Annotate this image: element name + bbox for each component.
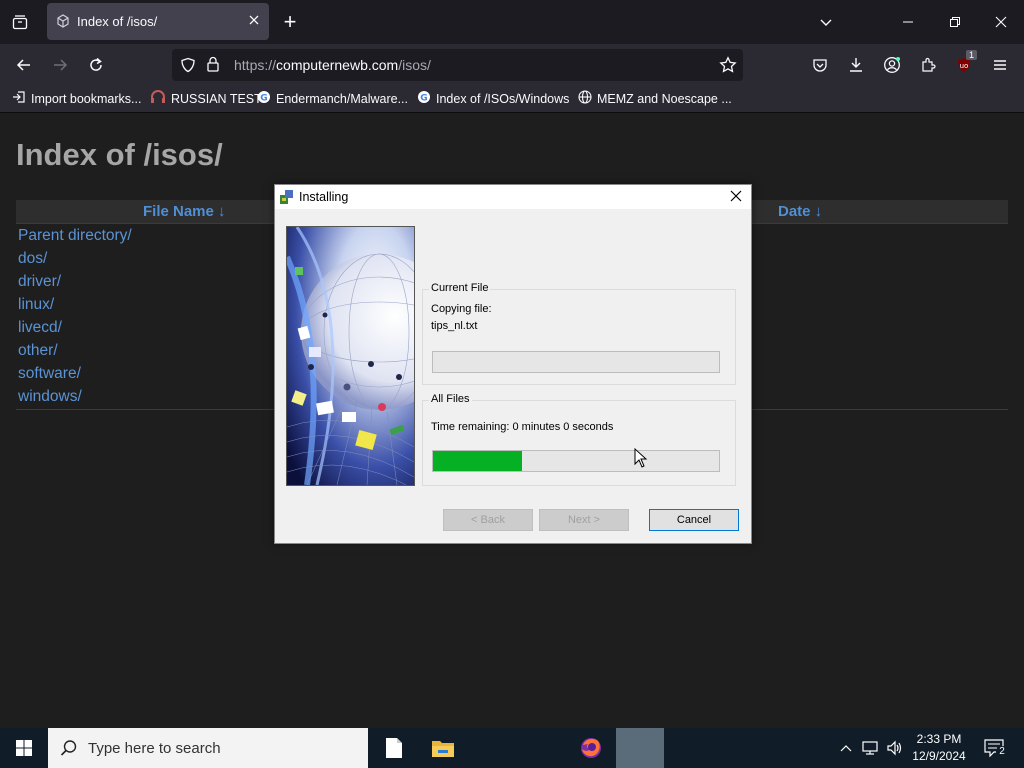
- navigation-toolbar: https://computernewb.com/isos/ uo 1: [0, 44, 1024, 86]
- chevron-down-icon[interactable]: [814, 10, 838, 34]
- mouse-cursor-icon: [634, 447, 648, 473]
- link-parent-directory[interactable]: Parent directory/: [18, 227, 132, 245]
- notification-center-icon[interactable]: 2: [978, 728, 1010, 768]
- hamburger-menu-icon[interactable]: [988, 53, 1012, 77]
- volume-icon[interactable]: [883, 728, 907, 768]
- all-files-progress-bar: [432, 450, 720, 472]
- downloads-icon[interactable]: [844, 53, 868, 77]
- bookmark-russian-test[interactable]: RUSSIAN TEST: [150, 90, 262, 107]
- network-icon[interactable]: [859, 728, 883, 768]
- column-header-date[interactable]: Date ↓: [778, 203, 822, 220]
- current-file-legend: Current File: [429, 282, 491, 294]
- link-linux[interactable]: linux/: [18, 296, 54, 314]
- bookmark-label: Index of /ISOs/Windows: [436, 91, 570, 106]
- all-files-group: All Files: [422, 393, 736, 486]
- link-driver[interactable]: driver/: [18, 273, 61, 291]
- bookmark-label: RUSSIAN TEST: [171, 91, 262, 106]
- bookmark-import[interactable]: Import bookmarks...: [12, 90, 141, 107]
- bookmarks-toolbar: Import bookmarks... RUSSIAN TEST G Ender…: [0, 86, 1024, 113]
- close-dialog-icon[interactable]: [729, 189, 743, 208]
- url-text[interactable]: https://computernewb.com/isos/: [234, 57, 431, 73]
- close-tab-icon[interactable]: [247, 13, 261, 32]
- installer-banner-image: [286, 226, 415, 486]
- ublock-origin-icon[interactable]: uo 1: [952, 50, 977, 77]
- cancel-button[interactable]: Cancel: [649, 509, 739, 531]
- account-icon[interactable]: [880, 53, 904, 77]
- windows-start-icon[interactable]: [0, 728, 48, 768]
- all-files-legend: All Files: [429, 393, 472, 405]
- tab-index-isos[interactable]: Index of /isos/: [47, 3, 269, 40]
- forward-arrow-icon[interactable]: [48, 53, 72, 77]
- google-icon: G: [257, 90, 271, 107]
- bookmark-memz-noescape[interactable]: MEMZ and Noescape ...: [578, 90, 732, 107]
- shield-icon[interactable]: [180, 57, 196, 78]
- column-header-file-name[interactable]: File Name ↓: [143, 203, 226, 220]
- current-file-name: tips_nl.txt: [431, 320, 478, 332]
- list-all-tabs-icon[interactable]: [8, 10, 32, 34]
- svg-text:G: G: [260, 94, 267, 104]
- link-other[interactable]: other/: [18, 342, 58, 360]
- copying-file-label: Copying file:: [431, 303, 492, 315]
- tab-strip: Index of /isos/ +: [0, 0, 1024, 44]
- dialog-title: Installing: [299, 190, 349, 204]
- installing-dialog: Installing Current File Copying file: ti…: [274, 184, 752, 544]
- bookmark-label: MEMZ and Noescape ...: [597, 91, 732, 106]
- notification-count-badge: 2: [996, 746, 1008, 758]
- bookmark-label: Endermanch/Malware...: [276, 91, 409, 106]
- close-window-icon[interactable]: [989, 10, 1013, 34]
- next-button[interactable]: Next >: [539, 509, 629, 531]
- google-icon: G: [417, 90, 431, 107]
- link-software[interactable]: software/: [18, 365, 81, 383]
- dialog-titlebar[interactable]: Installing: [275, 185, 751, 209]
- active-window-taskbar-button[interactable]: [616, 728, 664, 768]
- firefox-taskbar-icon[interactable]: [567, 728, 615, 768]
- svg-text:uo: uo: [960, 62, 969, 70]
- restore-window-icon[interactable]: [943, 10, 967, 34]
- new-tab-button[interactable]: +: [278, 8, 302, 36]
- extensions-puzzle-icon[interactable]: [916, 53, 940, 77]
- minimize-window-icon[interactable]: [896, 10, 920, 34]
- time-remaining-text: Time remaining: 0 minutes 0 seconds: [431, 421, 614, 433]
- headset-icon: [150, 90, 166, 107]
- notepad-taskbar-icon[interactable]: [370, 728, 418, 768]
- globe-icon: [578, 90, 592, 107]
- import-icon: [12, 90, 26, 107]
- extension-badge: 1: [965, 50, 977, 60]
- back-arrow-icon[interactable]: [12, 53, 36, 77]
- all-files-progress-fill: [433, 451, 522, 471]
- bookmark-label: Import bookmarks...: [31, 91, 142, 106]
- page-title: Index of /isos/: [16, 137, 223, 172]
- search-placeholder: Type here to search: [88, 740, 221, 757]
- link-dos[interactable]: dos/: [18, 250, 47, 268]
- bookmark-star-icon[interactable]: [719, 56, 737, 79]
- search-icon: [60, 739, 78, 762]
- file-explorer-taskbar-icon[interactable]: [419, 728, 467, 768]
- tab-title: Index of /isos/: [77, 14, 158, 29]
- clock-time[interactable]: 2:33 PM: [909, 732, 969, 746]
- installer-app-icon: [279, 189, 295, 210]
- taskbar-search-box[interactable]: Type here to search: [48, 728, 368, 768]
- bookmark-endermanch-malware[interactable]: G Endermanch/Malware...: [257, 90, 408, 107]
- chevron-up-icon[interactable]: [836, 728, 856, 768]
- page-favicon-icon: [56, 14, 70, 33]
- url-bar[interactable]: https://computernewb.com/isos/: [172, 49, 743, 81]
- back-button[interactable]: < Back: [443, 509, 533, 531]
- windows-taskbar: Type here to search 2:33 PM 12/9/2024 2: [0, 728, 1024, 768]
- svg-text:G: G: [420, 94, 427, 104]
- reload-icon[interactable]: [84, 53, 108, 77]
- bookmark-index-isos-windows[interactable]: G Index of /ISOs/Windows: [417, 90, 569, 107]
- clock-date[interactable]: 12/9/2024: [909, 749, 969, 763]
- link-livecd[interactable]: livecd/: [18, 319, 62, 337]
- current-file-progress-bar: [432, 351, 720, 373]
- pocket-icon[interactable]: [808, 53, 832, 77]
- link-windows[interactable]: windows/: [18, 388, 82, 406]
- lock-icon[interactable]: [206, 56, 220, 77]
